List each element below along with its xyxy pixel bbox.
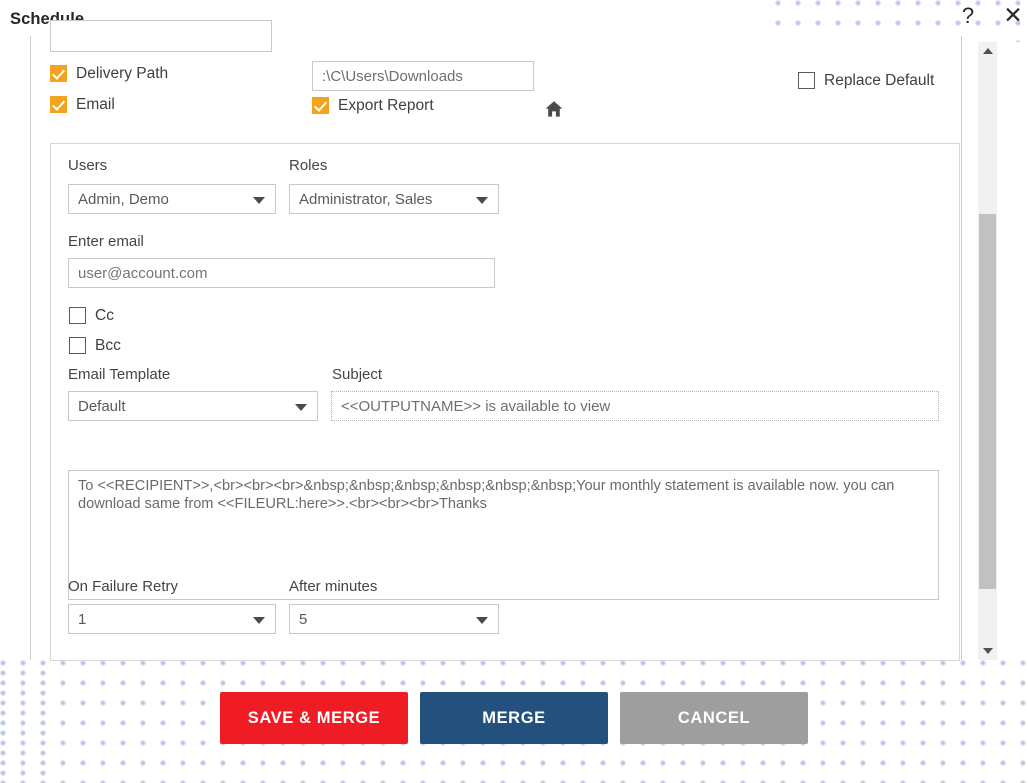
roles-select-value: Administrator, Sales (299, 191, 433, 208)
chevron-down-icon (253, 197, 265, 204)
scroll-down-arrow-icon[interactable] (978, 642, 997, 660)
on-failure-retry-value: 1 (78, 611, 87, 628)
on-failure-retry-select[interactable]: 1 (68, 604, 276, 634)
bcc-checkbox[interactable] (69, 337, 86, 354)
vertical-scrollbar[interactable] (978, 42, 997, 660)
left-divider-rule (30, 36, 31, 660)
bcc-label: Bcc (95, 337, 121, 354)
email-body-textarea[interactable] (68, 470, 939, 600)
enter-email-label: Enter email (68, 233, 144, 250)
email-input[interactable] (68, 258, 495, 288)
dialog-content-area: Delivery Path Replace Default Email Expo… (0, 20, 1000, 661)
chevron-down-icon (253, 617, 265, 624)
right-divider-rule (961, 36, 962, 660)
email-template-value: Default (78, 398, 126, 415)
after-minutes-label: After minutes (289, 578, 378, 595)
after-minutes-value: 5 (299, 611, 308, 628)
chevron-down-icon (476, 617, 488, 624)
users-select-value: Admin, Demo (78, 191, 169, 208)
roles-label: Roles (289, 157, 328, 174)
delivery-path-label: Delivery Path (76, 65, 169, 82)
export-report-checkbox[interactable] (312, 97, 329, 114)
delivery-path-checkbox[interactable] (50, 65, 67, 82)
save-and-merge-button[interactable]: SAVE & MERGE (220, 692, 408, 744)
subject-input[interactable] (331, 391, 939, 421)
email-label: Email (76, 96, 115, 113)
help-icon[interactable]: ? (955, 3, 981, 29)
users-select[interactable]: Admin, Demo (68, 184, 276, 214)
scroll-up-arrow-icon[interactable] (978, 42, 997, 60)
merge-button[interactable]: MERGE (420, 692, 608, 744)
on-failure-retry-label: On Failure Retry (68, 578, 179, 595)
subject-label: Subject (332, 366, 383, 383)
home-icon[interactable] (544, 99, 564, 119)
footer-button-bar: SAVE & MERGE MERGE CANCEL (0, 692, 1028, 747)
replace-default-checkbox[interactable] (798, 72, 815, 89)
users-label: Users (68, 157, 108, 174)
cancel-button[interactable]: CANCEL (620, 692, 808, 744)
cc-label: Cc (95, 307, 114, 324)
replace-default-label: Replace Default (824, 72, 935, 89)
email-template-select[interactable]: Default (68, 391, 318, 421)
close-icon[interactable]: ✕ (1000, 2, 1026, 28)
after-minutes-select[interactable]: 5 (289, 604, 499, 634)
cc-checkbox[interactable] (69, 307, 86, 324)
email-template-label: Email Template (68, 366, 171, 383)
scrolled-off-input[interactable] (50, 20, 272, 52)
export-report-label: Export Report (338, 97, 434, 114)
scrollbar-thumb[interactable] (979, 214, 996, 589)
roles-select[interactable]: Administrator, Sales (289, 184, 499, 214)
delivery-path-input[interactable] (312, 61, 534, 91)
email-checkbox[interactable] (50, 96, 67, 113)
chevron-down-icon (295, 404, 307, 411)
chevron-down-icon (476, 197, 488, 204)
